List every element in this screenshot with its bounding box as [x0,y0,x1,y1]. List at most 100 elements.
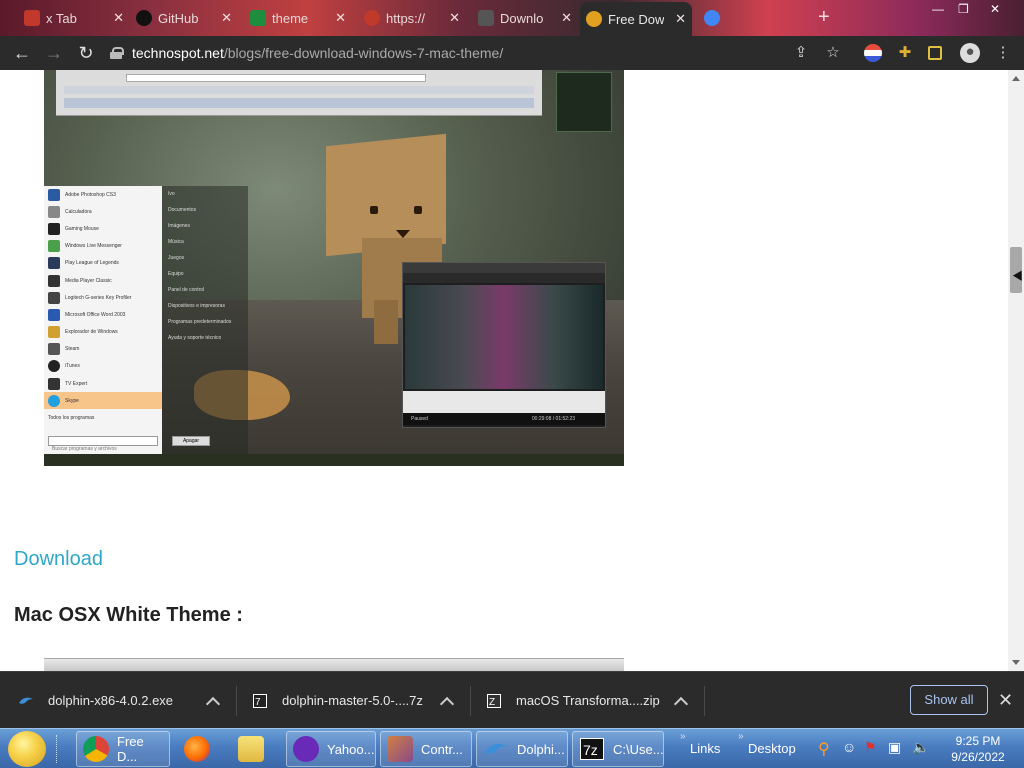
player-video [405,285,603,389]
close-icon[interactable]: ✕ [113,10,124,26]
folder-icon [238,736,264,762]
player-controls [403,391,605,413]
bookmark-star-icon[interactable]: ☆ [824,44,842,62]
shelf-divider [470,686,471,716]
player-status-text: Paused [411,416,428,422]
taskbar-yahoo-button[interactable]: Yahoo... [286,731,376,767]
tab-1[interactable]: x Tab ✕ [18,4,130,32]
share-icon[interactable]: ⇪ [792,44,810,62]
windows7-theme-screenshot: Adobe Photoshop CS3 Calculadora Gaming M… [44,70,624,466]
search-icon[interactable]: ⚲ [818,739,830,759]
tab-2[interactable]: GitHub ✕ [130,4,238,32]
skype-icon [48,394,60,407]
tab-3[interactable]: theme ✕ [244,4,352,32]
tab-label: Downlo [500,10,544,26]
screenshot-browser-window [56,70,542,116]
download-item[interactable]: dolphin-x86-4.0.2.exe [18,672,228,729]
chevron-up-icon[interactable] [673,696,689,712]
close-icon[interactable]: ✕ [561,10,572,26]
download-item[interactable]: 7 dolphin-master-5.0-....7z [252,672,462,729]
start-menu-label: Calculadora [65,208,92,215]
profile-avatar-icon[interactable]: ● [960,43,980,63]
menu-kebab-icon[interactable]: ⋮ [994,44,1012,62]
reload-icon[interactable]: ↻ [76,43,96,63]
system-clock[interactable]: 9:25 PM 9/26/2022 [938,733,1018,765]
close-icon[interactable]: ✕ [449,10,460,26]
tab-7[interactable] [698,4,808,32]
start-menu-item: Play League of Legends [44,255,162,272]
taskbar-dolphin-button[interactable]: Dolphi... [476,731,568,767]
back-icon[interactable]: ← [12,43,32,63]
page-scrollbar[interactable] [1008,70,1024,671]
minimize-button[interactable]: — [932,2,944,16]
taskbar-control-panel-button[interactable]: Contr... [380,731,472,767]
network-icon[interactable]: ▣ [888,739,901,756]
itunes-icon [48,360,60,373]
tab-label: https:// [386,10,426,26]
right-pane-item: Ivo [168,191,175,197]
links-toolbar[interactable]: Links [690,741,720,756]
lock-icon [110,47,124,59]
player-status: Paused 00:29:08 / 01:52:23 [403,413,605,425]
svg-text:7z: 7z [583,742,598,758]
word-icon [48,308,60,321]
forward-icon[interactable]: → [44,43,64,63]
tab-5[interactable]: Downlo ✕ [472,4,578,32]
windows-taskbar: Free D... Yahoo... Contr... Dolphi... 7z… [0,728,1024,768]
close-icon[interactable]: ✕ [998,690,1013,711]
links-expand-icon: » [680,731,686,742]
tray-emoji-icon[interactable]: ☺ [842,739,856,755]
chevron-up-icon[interactable] [439,696,455,712]
all-programs: Todos los programas [44,409,162,426]
dolphin-icon [485,744,507,754]
zip-archive-icon: Z [487,693,501,708]
extensions-puzzle-icon[interactable]: ✚ [896,44,914,62]
screenshot-search-placeholder: Buscar programas y archivos [52,446,117,452]
chevron-up-icon[interactable] [205,696,221,712]
screenshot-media-player: Paused 00:29:08 / 01:52:23 [402,262,606,428]
download-item[interactable]: Z macOS Transforma....zip [486,672,696,729]
show-all-button[interactable]: Show all [910,685,988,715]
tab-label: theme [272,10,309,26]
taskbar-grip [56,735,62,763]
side-panel-icon[interactable] [928,46,942,60]
new-tab-button[interactable]: + [818,6,830,29]
taskbar-7zip-button[interactable]: 7z C:\Use... [572,731,664,767]
start-button[interactable] [8,731,46,767]
start-menu-label: Gaming Mouse [65,225,99,232]
league-icon [48,257,60,270]
close-icon[interactable]: ✕ [675,11,686,27]
start-menu-label: Microsoft Office Word 2003 [65,311,126,318]
volume-icon[interactable]: 🔈 [912,739,929,756]
screenshot-taskbar [44,454,624,466]
tab-active[interactable]: Free Dow ✕ [580,2,692,36]
close-icon[interactable]: ✕ [221,10,232,26]
scroll-down-icon[interactable] [1012,660,1020,665]
scroll-up-icon[interactable] [1012,76,1020,81]
start-menu-item: Media Player Classic [44,272,162,289]
taskbar-button-label: Dolphi... [517,741,565,757]
start-menu-label: Logitech G-series Key Profiler [65,294,132,301]
desktop-toolbar[interactable]: Desktop [748,741,796,756]
firefox-icon [184,736,210,762]
window-close-button[interactable]: ✕ [990,2,1000,16]
explorer-icon [48,326,60,339]
start-menu-item: Calculadora [44,203,162,220]
action-center-flag-icon[interactable]: ⚑ [864,739,877,756]
taskbar-firefox-button[interactable] [178,731,224,767]
extension-flag-icon[interactable] [864,44,882,62]
chrome-icon [83,736,109,762]
taskbar-chrome-button[interactable]: Free D... [76,731,170,767]
maximize-button[interactable]: ❐ [958,2,969,16]
clock-time: 9:25 PM [955,734,1001,748]
shelf-divider [704,686,705,716]
right-pane-item: Imágenes [168,223,190,229]
taskbar-button-label: Yahoo... [327,741,375,757]
player-time: 00:29:08 / 01:52:23 [531,416,575,422]
taskbar-folder-button[interactable] [232,731,278,767]
close-icon[interactable]: ✕ [335,10,346,26]
tab-4[interactable]: https:// ✕ [358,4,466,32]
address-bar[interactable]: technospot.net /blogs/free-download-wind… [110,40,780,66]
download-link[interactable]: Download [14,548,103,571]
tab-label: Free Dow [608,11,665,27]
